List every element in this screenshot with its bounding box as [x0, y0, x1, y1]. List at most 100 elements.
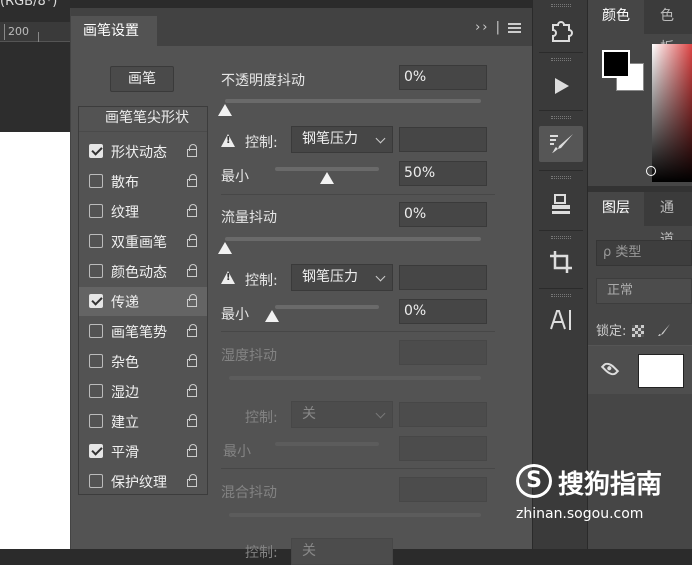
grip-handle[interactable]: [551, 116, 571, 119]
checkbox[interactable]: [89, 414, 103, 428]
blend-mode-select[interactable]: 正常: [596, 278, 692, 304]
select-value: 钢笔压力: [302, 131, 358, 147]
opacity-minimum-field[interactable]: 50%: [399, 161, 487, 186]
tool-divider: [539, 110, 583, 111]
chevron-down-icon: [375, 408, 386, 419]
lock-image-pixels-icon[interactable]: [657, 323, 671, 337]
grip-handle[interactable]: [551, 58, 571, 61]
unlock-icon[interactable]: [187, 444, 197, 457]
brush-settings-icon[interactable]: [539, 126, 583, 162]
character-icon[interactable]: [539, 302, 583, 338]
list-item-scattering[interactable]: 散布: [79, 167, 207, 196]
flow-jitter-thumb[interactable]: [218, 242, 232, 254]
watermark-text: 搜狗指南: [558, 470, 663, 500]
unlock-icon[interactable]: [187, 354, 197, 367]
checkbox[interactable]: [89, 324, 103, 338]
checkbox[interactable]: [89, 294, 103, 308]
panel-header: 画笔设置 ›› |: [71, 8, 533, 46]
list-item-transfer[interactable]: 传递: [79, 287, 207, 316]
flow-jitter-slider[interactable]: [225, 237, 481, 241]
foreground-color-swatch[interactable]: [602, 50, 630, 78]
tab-layers[interactable]: 图层: [588, 192, 644, 226]
lock-transparent-pixels-icon[interactable]: [632, 325, 645, 337]
opacity-jitter-field[interactable]: 0%: [399, 65, 487, 90]
list-item-noise[interactable]: 杂色: [79, 347, 207, 376]
panel-menu-icon[interactable]: [508, 22, 521, 33]
checkbox[interactable]: [89, 144, 103, 158]
opacity-jitter-slider[interactable]: [225, 99, 481, 103]
crop-icon[interactable]: [539, 244, 583, 280]
list-item-label: 形状动态: [111, 145, 167, 161]
unlock-icon[interactable]: [187, 474, 197, 487]
checkbox[interactable]: [89, 474, 103, 488]
list-item-dual-brush[interactable]: 双重画笔: [79, 227, 207, 256]
list-item-protect-texture[interactable]: 保护纹理: [79, 467, 207, 496]
grip-handle[interactable]: [551, 4, 571, 7]
opacity-minimum-slider[interactable]: [275, 167, 379, 171]
color-picker-field[interactable]: [646, 44, 692, 182]
checkbox[interactable]: [89, 354, 103, 368]
opacity-jitter-thumb[interactable]: [218, 104, 232, 116]
unlock-icon[interactable]: [187, 204, 197, 217]
tab-color[interactable]: 颜色: [588, 0, 644, 34]
list-item-texture[interactable]: 纹理: [79, 197, 207, 226]
list-item-label: 画笔笔势: [111, 325, 167, 341]
tab-channels[interactable]: 通道: [646, 192, 692, 248]
list-item-wet-edges[interactable]: 湿边: [79, 377, 207, 406]
unlock-icon[interactable]: [187, 414, 197, 427]
checkbox[interactable]: [89, 204, 103, 218]
checkbox[interactable]: [89, 384, 103, 398]
play-icon[interactable]: [539, 68, 583, 104]
layer-filter-search[interactable]: ρ 类型: [596, 240, 692, 266]
layer-row[interactable]: [588, 346, 692, 394]
unlock-icon[interactable]: [187, 174, 197, 187]
checkbox[interactable]: [89, 234, 103, 248]
ruler: 200: [0, 22, 70, 42]
watermark: S 搜狗指南 zhinan.sogou.com: [512, 460, 688, 526]
eye-icon[interactable]: [600, 359, 620, 379]
collapse-icon[interactable]: ›› |: [475, 20, 502, 35]
checkbox[interactable]: [89, 444, 103, 458]
flow-minimum-slider[interactable]: [275, 305, 379, 309]
brush-options-list: 画笔笔尖形状 形状动态 散布 纹理 双重画笔 颜色动态 传递 画笔笔势 杂色 湿…: [78, 106, 208, 495]
select-value: 关: [302, 543, 316, 559]
unlock-icon[interactable]: [187, 384, 197, 397]
opacity-control-select[interactable]: 钢笔压力: [291, 126, 393, 153]
layer-thumbnail[interactable]: [638, 354, 684, 388]
grip-handle[interactable]: [551, 176, 571, 179]
wetness-minimum-label: 最小: [223, 444, 251, 460]
list-item-label: 建立: [111, 415, 139, 431]
tab-swatches[interactable]: 色板: [646, 0, 692, 56]
panel-header-icons: ›› |: [475, 20, 521, 35]
mix-jitter-field: [399, 477, 487, 502]
list-item-build-up[interactable]: 建立: [79, 407, 207, 436]
opacity-minimum-thumb[interactable]: [320, 172, 334, 184]
checkbox[interactable]: [89, 174, 103, 188]
clone-source-icon[interactable]: [539, 186, 583, 222]
flow-minimum-label: 最小: [221, 307, 249, 323]
flow-minimum-field[interactable]: 0%: [399, 299, 487, 324]
flow-minimum-thumb[interactable]: [265, 310, 279, 322]
unlock-icon[interactable]: [187, 294, 197, 307]
grip-handle[interactable]: [551, 236, 571, 239]
opacity-minimum-label: 最小: [221, 169, 249, 185]
unlock-icon[interactable]: [187, 324, 197, 337]
unlock-icon[interactable]: [187, 264, 197, 277]
wetness-control-select: 关: [291, 401, 393, 428]
unlock-icon[interactable]: [187, 144, 197, 157]
brushes-button[interactable]: 画笔: [110, 66, 174, 92]
unlock-icon[interactable]: [187, 234, 197, 247]
document-title: (RGB/8*): [0, 0, 58, 9]
list-item-brush-pose[interactable]: 画笔笔势: [79, 317, 207, 346]
list-item-shape-dynamics[interactable]: 形状动态: [79, 137, 207, 166]
list-item-smoothing[interactable]: 平滑: [79, 437, 207, 466]
color-panel-tabs: 颜色 色板: [588, 0, 692, 56]
flow-jitter-field[interactable]: 0%: [399, 202, 487, 227]
grip-handle[interactable]: [551, 294, 571, 297]
tab-brush-settings[interactable]: 画笔设置: [71, 16, 157, 46]
checkbox[interactable]: [89, 264, 103, 278]
puzzle-icon[interactable]: [539, 12, 583, 48]
list-item-color-dynamics[interactable]: 颜色动态: [79, 257, 207, 286]
flow-control-select[interactable]: 钢笔压力: [291, 264, 393, 291]
color-picker-marker[interactable]: [646, 166, 656, 176]
